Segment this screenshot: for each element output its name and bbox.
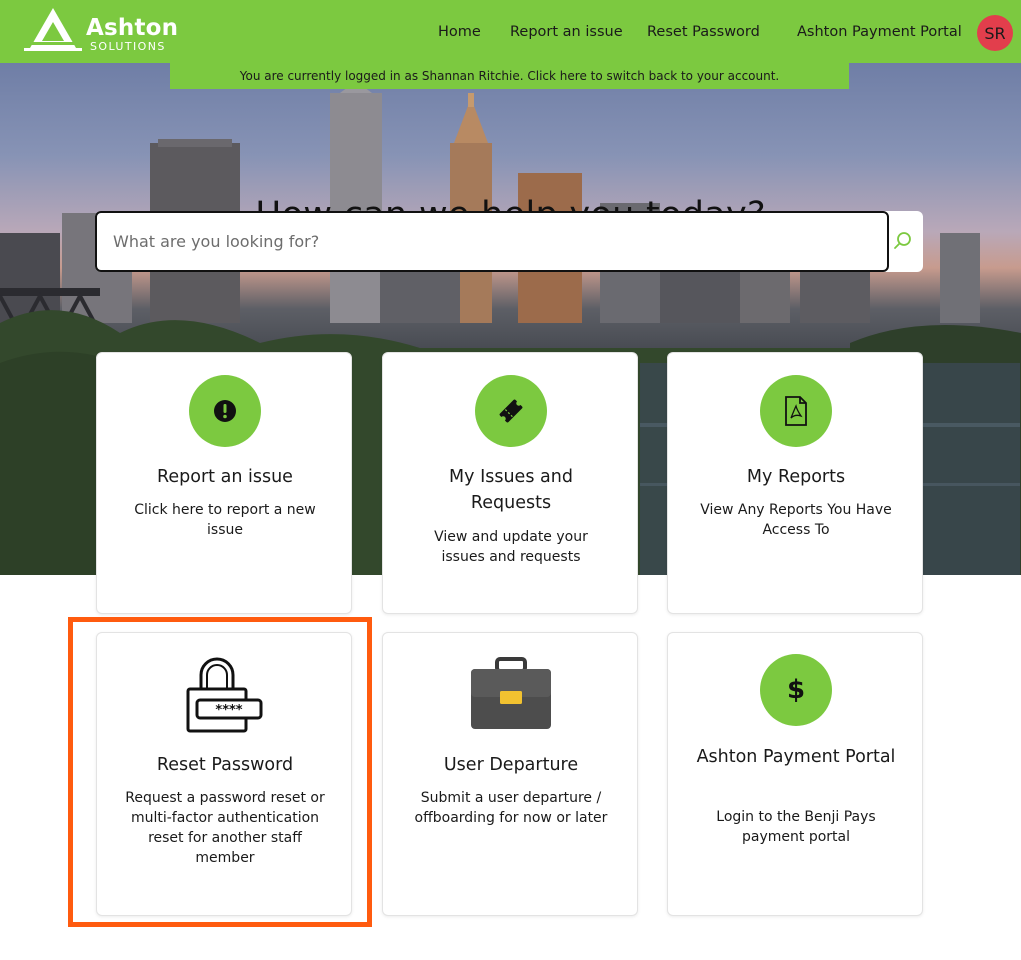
card-description: Click here to report a new issue [134, 502, 316, 538]
svg-text:****: **** [215, 703, 242, 718]
nav-home[interactable]: Home [438, 24, 481, 40]
nav-payment-portal[interactable]: Ashton Payment Portal [797, 24, 962, 40]
card-title: User Departure [443, 755, 579, 775]
ticket-icon [475, 375, 547, 447]
logo-mountain-icon [24, 8, 82, 51]
card-description: View and update your issues and requests [434, 529, 588, 565]
top-navigation-bar: Ashton SOLUTIONS Home Report an issue Re… [0, 0, 1021, 63]
card-title: My Issues and Requests [449, 467, 573, 513]
user-avatar[interactable]: SR [977, 15, 1013, 51]
card-my-reports[interactable]: My Reports View Any Reports You Have Acc… [667, 352, 923, 614]
card-description: View Any Reports You Have Access To [700, 502, 892, 538]
card-description: Request a password reset or multi-factor… [125, 790, 325, 866]
card-title: Reset Password [156, 755, 294, 775]
logo-subtitle: SOLUTIONS [90, 40, 166, 53]
impersonation-banner[interactable]: You are currently logged in as Shannan R… [170, 63, 849, 89]
logo-wordmark: Ashton [86, 15, 179, 41]
padlock-password-icon: **** [186, 657, 263, 733]
search-icon[interactable] [892, 230, 914, 252]
dollar-icon: $ [760, 654, 832, 726]
card-title: Report an issue [157, 467, 293, 487]
pdf-file-icon [760, 375, 832, 447]
card-description: Login to the Benji Pays payment portal [716, 809, 876, 845]
card-title: Ashton Payment Portal [696, 747, 896, 767]
nav-report-issue[interactable]: Report an issue [510, 24, 623, 40]
nav-reset-password[interactable]: Reset Password [647, 24, 760, 40]
card-title: My Reports [746, 467, 846, 487]
ashton-logo[interactable]: Ashton SOLUTIONS [24, 8, 184, 56]
search-bar [95, 211, 923, 272]
card-user-departure[interactable]: User Departure Submit a user departure /… [382, 632, 638, 916]
briefcase-icon [471, 657, 551, 729]
card-report-issue[interactable]: Report an issue Click here to report a n… [96, 352, 352, 614]
card-reset-password[interactable]: **** Reset Password Request a password r… [96, 632, 352, 916]
search-input[interactable] [95, 211, 889, 272]
exclamation-icon [189, 375, 261, 447]
card-payment-portal[interactable]: $ Ashton Payment Portal Login to the Ben… [667, 632, 923, 916]
card-my-issues[interactable]: My Issues and Requests View and update y… [382, 352, 638, 614]
card-description: Submit a user departure / offboarding fo… [414, 790, 608, 826]
